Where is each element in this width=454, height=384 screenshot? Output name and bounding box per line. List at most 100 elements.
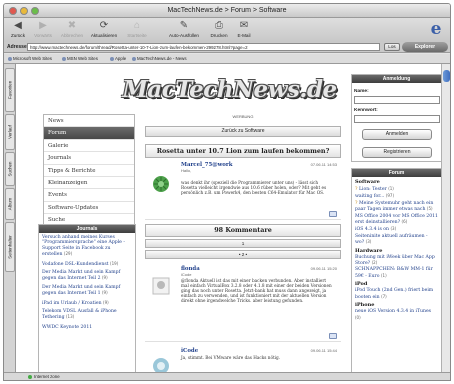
- forward-button[interactable]: ▶ Vorwärts: [31, 20, 55, 38]
- quote-icon[interactable]: [329, 333, 337, 339]
- status-text: Internet zone: [34, 374, 60, 379]
- mail-label: E-Mail: [237, 33, 251, 38]
- forum-section-title[interactable]: iPod: [352, 279, 441, 287]
- go-button[interactable]: Los: [384, 43, 400, 51]
- page-selector-current[interactable]: • 2 •: [145, 250, 341, 259]
- post-author[interactable]: iCode: [181, 348, 198, 354]
- forum-thread-item[interactable]: neue iOS Version 4.3.4 in iTunes (0): [352, 308, 441, 321]
- login-button[interactable]: Anmelden: [362, 129, 432, 140]
- globe-icon: [28, 375, 32, 379]
- scroll-thumb[interactable]: [443, 70, 450, 82]
- title-bar[interactable]: MacTechNews.de > Forum > Software: [4, 4, 450, 18]
- stop-button[interactable]: ✖ Abbrechen: [59, 20, 85, 38]
- address-label: Adresse:: [7, 44, 29, 50]
- forum-thread-item[interactable]: MS Office 2004 vor MS Office 2011 erst d…: [352, 213, 441, 226]
- journal-count: (13): [65, 314, 75, 320]
- journal-title: Der Media Markt und sein Kampf gegen das…: [42, 284, 121, 297]
- favorite-link[interactable]: MSN Web Sites: [62, 56, 98, 61]
- forum-section-title[interactable]: iPhone: [352, 300, 441, 308]
- thread-title: Buchung mit iWeek über Mac App Store?: [355, 254, 435, 267]
- thread-count: (97): [385, 193, 395, 199]
- side-tab-history[interactable]: Verlauf: [5, 114, 15, 150]
- mail-icon: ✉: [239, 20, 249, 31]
- right-sidebar: Anmeldung Name: Kennwort: Anmelden Regis…: [351, 74, 442, 374]
- forum-section-title[interactable]: Software: [352, 177, 441, 185]
- explorer-side-tabs: Favoriten Verlauf Suchen Album Seitenhal…: [4, 64, 16, 374]
- thread-title: iPod Touch (2nd Gen.) friert beim booten…: [355, 288, 434, 300]
- thread-count: (2): [371, 260, 378, 266]
- side-tab-label: Suchen: [7, 161, 13, 177]
- journal-item[interactable]: iPad im Urlaub / Kroatien (9): [39, 298, 135, 307]
- favorite-label: Microsoft Web Sites: [13, 56, 52, 61]
- refresh-button[interactable]: ⟳ Aktualisieren: [87, 20, 121, 38]
- password-input[interactable]: [354, 115, 440, 123]
- nav-item-classifieds[interactable]: Kleinanzeigen: [44, 177, 134, 190]
- journal-item[interactable]: Vodafone DSL-Kundendienst (19): [39, 259, 135, 268]
- post-date: 09.06.11 15:44: [310, 348, 337, 353]
- explorer-button[interactable]: Explorer: [402, 42, 448, 52]
- nav-item-journals[interactable]: Journals: [44, 152, 134, 165]
- window-title: MacTechNews.de > Forum > Software: [167, 7, 287, 14]
- forum-thread-item[interactable]: Seiteninite aktuell aufräumen - wo? (3): [352, 233, 441, 246]
- journal-title: WWDC Keynote 2011: [42, 324, 93, 330]
- journal-item[interactable]: WWDC Keynote 2011: [39, 322, 135, 331]
- favorite-label: MacTechNews.de - News: [137, 56, 187, 61]
- forward-label: Vorwärts: [34, 33, 52, 38]
- nav-item-events[interactable]: Events: [44, 189, 134, 202]
- thread-title: MS Office 2004 vor MS Office 2011 erst d…: [355, 213, 438, 226]
- username-input[interactable]: [354, 96, 440, 104]
- forum-section-title[interactable]: Hardware: [352, 246, 441, 254]
- side-tab-label: Verlauf: [7, 125, 13, 139]
- autofill-button[interactable]: ✎ Auto-Ausfüllen: [164, 20, 204, 38]
- nav-item-software-updates[interactable]: Software-Updates: [44, 202, 134, 215]
- user-avatar[interactable]: [151, 276, 171, 296]
- forum-thread-item[interactable]: iPod Touch (2nd Gen.) friert beim booten…: [352, 287, 441, 300]
- forum-thread-item[interactable]: Buchung mit iWeek über Mac App Store? (2…: [352, 254, 441, 267]
- favorite-link[interactable]: Microsoft Web Sites: [8, 56, 52, 61]
- nav-item-news[interactable]: News: [44, 115, 134, 128]
- back-button[interactable]: ◀ Zurück: [8, 20, 28, 38]
- nav-item-gallery[interactable]: Galerie: [44, 140, 134, 153]
- post-body: was denkt ihr (speziell die Programmiere…: [181, 180, 327, 195]
- quote-icon[interactable]: [329, 211, 337, 217]
- side-tab-album[interactable]: Album: [5, 188, 15, 220]
- journal-item[interactable]: Telekom VDSL Ausfall & iPhone Tethering …: [39, 307, 135, 322]
- forum-thread-item[interactable]: ? Meine Systemuhr geht nach ein paar Tag…: [352, 200, 441, 213]
- forum-post: Marcel_75@work 07.06.11 14:53 Hallo, was…: [145, 160, 341, 220]
- user-avatar[interactable]: [151, 174, 171, 194]
- vertical-scrollbar[interactable]: [441, 64, 450, 374]
- browser-logo-icon: e: [430, 19, 442, 39]
- side-tab-page-holder[interactable]: Seitenhalter: [5, 222, 15, 272]
- page-icon: [110, 56, 114, 61]
- forum-thread-item[interactable]: iOS 4.3.4 is on (3): [352, 225, 441, 232]
- print-label: Drucken: [210, 33, 228, 38]
- home-button[interactable]: ⌂ Startseite: [124, 20, 150, 38]
- page-selector[interactable]: 1: [145, 239, 341, 248]
- url-input[interactable]: http://www.mactechnews.de/forum/thread/R…: [27, 43, 380, 51]
- forum-thread-item[interactable]: SCHNAPPCHEN: B&W MM-1 für 59€ - Euro (1): [352, 266, 441, 279]
- nav-item-tips[interactable]: Tipps & Berichte: [44, 165, 134, 177]
- back-label: Zurück: [10, 33, 26, 38]
- side-tab-favorites[interactable]: Favoriten: [5, 68, 15, 112]
- favorite-link[interactable]: Apple: [110, 56, 126, 61]
- thread-title: Lion: Tester: [358, 187, 387, 192]
- register-button[interactable]: Registrieren: [362, 147, 432, 158]
- forum-post: iCode 09.06.11 15:44 Ja, stimmt. Bei VMw…: [145, 346, 341, 374]
- site-banner-logo[interactable]: MacTechNews.de: [122, 72, 337, 108]
- login-title: Anmeldung: [352, 75, 441, 83]
- password-label: Kennwort:: [354, 108, 378, 113]
- thread-title: iOS 4.3.4 is on: [355, 227, 390, 233]
- favorite-link[interactable]: MacTechNews.de - News: [132, 56, 187, 61]
- print-button[interactable]: ⎙ Drucken: [208, 20, 230, 38]
- forum-thread-item[interactable]: waiting for... (97): [352, 192, 441, 199]
- back-to-software-button[interactable]: Zurück zu Software: [145, 126, 341, 137]
- journal-item[interactable]: Versuch anhand meines Kurses "Programmie…: [39, 233, 135, 259]
- nav-item-forum[interactable]: Forum: [44, 127, 134, 140]
- journal-item[interactable]: Der Media Markt und sein Kampf gegen das…: [39, 268, 135, 283]
- journal-count: (9): [101, 275, 108, 281]
- back-arrow-icon: ◀: [14, 20, 22, 31]
- side-tab-search[interactable]: Suchen: [5, 152, 15, 186]
- forum-thread-item[interactable]: ? Lion: Tester (1): [352, 185, 441, 192]
- journal-item[interactable]: Der Media Markt und sein Kampf gegen das…: [39, 283, 135, 298]
- mail-button[interactable]: ✉ E-Mail: [233, 20, 255, 38]
